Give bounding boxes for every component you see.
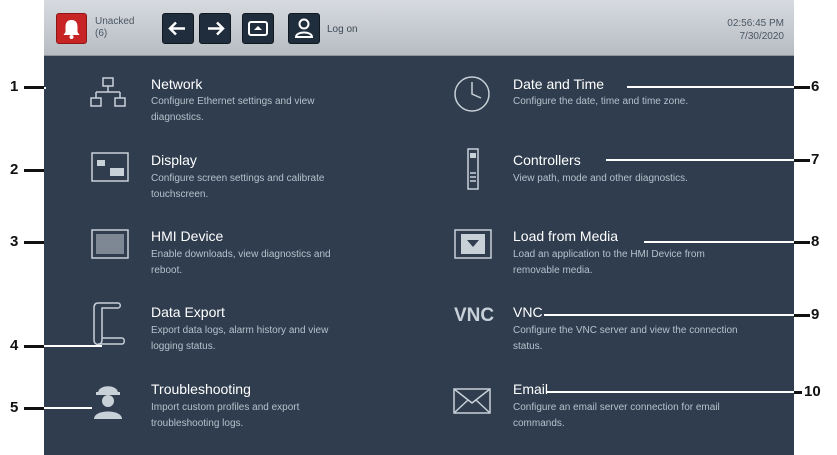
callout-line-6	[794, 86, 810, 89]
vnc-title: VNC	[513, 304, 543, 320]
menu-item-hmi-device[interactable]: HMI Device Enable downloads, view diagno…	[44, 222, 419, 292]
clock-icon	[454, 76, 490, 112]
top-toolbar: Unacked (6) Log on 02:56:45 PM 7/30/2020	[44, 0, 794, 56]
controllers-description: View path, mode and other diagnostics.	[513, 173, 688, 184]
current-date: 7/30/2020	[739, 31, 785, 42]
current-time: 02:56:45 PM	[727, 18, 784, 29]
hmi-device-title: HMI Device	[151, 228, 224, 244]
callout-line-1	[24, 86, 44, 89]
forward-button[interactable]	[199, 13, 231, 44]
troubleshooting-description: Import custom profiles and export troubl…	[151, 402, 300, 429]
worker-helmet-icon	[94, 386, 122, 419]
callout-10: 10	[804, 383, 821, 400]
network-icon	[90, 77, 126, 107]
download-icon	[454, 229, 492, 259]
unacked-count: (6)	[95, 28, 108, 39]
scroll-icon	[93, 302, 125, 346]
callout-line-8	[794, 241, 810, 244]
menu-item-data-export[interactable]: Data Export Export data logs, alarm hist…	[44, 300, 419, 370]
unacked-label: Unacked	[95, 16, 135, 27]
callout-connector-6	[627, 86, 794, 88]
hmi-device-icon	[91, 229, 129, 259]
callout-3: 3	[10, 233, 19, 250]
network-description: Configure Ethernet settings and view dia…	[151, 96, 315, 123]
callout-line-9	[794, 314, 810, 317]
callout-8: 8	[811, 233, 820, 250]
callout-line-4	[24, 345, 44, 348]
alarm-bell-button[interactable]	[56, 13, 87, 44]
email-title: Email	[513, 381, 549, 397]
callout-5: 5	[10, 399, 19, 416]
hmi-screen: Unacked (6) Log on 02:56:45 PM 7/30/2020…	[44, 0, 794, 455]
back-button[interactable]	[162, 13, 194, 44]
callout-6: 6	[811, 78, 820, 95]
troubleshooting-title: Troubleshooting	[151, 381, 251, 397]
vnc-icon: VNC	[454, 305, 495, 326]
envelope-icon	[453, 388, 491, 414]
menu-item-display[interactable]: Display Configure screen settings and ca…	[44, 143, 419, 213]
user-icon	[294, 18, 314, 38]
menu-item-controllers[interactable]: Controllers View path, mode and other di…	[419, 143, 794, 213]
callout-line-7	[794, 159, 810, 162]
display-icon	[91, 152, 129, 182]
unacked-alarm-count: Unacked (6)	[95, 16, 134, 40]
callout-connector-10	[547, 391, 794, 393]
load-from-media-title: Load from Media	[513, 228, 619, 244]
callout-4: 4	[10, 337, 19, 354]
menu-item-network[interactable]: Network Configure Ethernet settings and …	[44, 60, 419, 130]
callout-7: 7	[811, 151, 820, 168]
callout-2: 2	[10, 161, 19, 178]
vnc-description: Configure the VNC server and view the co…	[513, 325, 738, 352]
logon-label[interactable]: Log on	[327, 24, 358, 35]
load-from-media-description: Load an application to the HMI Device fr…	[513, 249, 705, 276]
hmi-device-description: Enable downloads, view diagnostics and r…	[151, 249, 331, 276]
network-title: Network	[151, 76, 203, 92]
display-description: Configure screen settings and calibrate …	[151, 173, 325, 200]
callout-9: 9	[811, 306, 820, 323]
menu-item-date-time[interactable]: Date and Time Configure the date, time a…	[419, 60, 794, 130]
callout-connector-1	[44, 87, 46, 89]
bell-icon	[63, 20, 80, 39]
data-export-title: Data Export	[151, 304, 225, 320]
arrow-left-icon	[168, 21, 185, 36]
display-title: Display	[151, 152, 197, 168]
menu-item-troubleshooting[interactable]: Troubleshooting Import custom profiles a…	[44, 377, 419, 447]
menu-item-email[interactable]: Email Configure an email server connecti…	[419, 377, 794, 447]
arrow-right-icon	[208, 21, 225, 36]
callout-connector-7	[606, 159, 794, 161]
home-screen-button[interactable]	[242, 13, 274, 44]
callout-line-5	[24, 407, 44, 410]
callout-connector-4	[44, 345, 102, 347]
callout-connector-5	[44, 407, 92, 409]
date-time-description: Configure the date, time and time zone.	[513, 96, 689, 107]
controllers-title: Controllers	[513, 152, 581, 168]
screen-up-icon	[248, 21, 268, 36]
email-description: Configure an email server connection for…	[513, 402, 720, 429]
callout-1: 1	[10, 78, 19, 95]
menu-item-vnc[interactable]: VNC VNC Configure the VNC server and vie…	[419, 300, 794, 370]
callout-line-2	[24, 169, 44, 172]
date-time-title: Date and Time	[513, 76, 605, 92]
controller-icon	[467, 148, 479, 190]
callout-line-3	[24, 241, 44, 244]
callout-line-10	[794, 391, 802, 394]
data-export-description: Export data logs, alarm history and view…	[151, 325, 329, 352]
clock-readout: 02:56:45 PM 7/30/2020	[727, 17, 784, 43]
callout-connector-8	[644, 241, 794, 243]
menu-item-load-from-media[interactable]: Load from Media Load an application to t…	[419, 222, 794, 292]
callout-connector-9	[544, 314, 794, 316]
logon-button[interactable]	[288, 13, 320, 44]
